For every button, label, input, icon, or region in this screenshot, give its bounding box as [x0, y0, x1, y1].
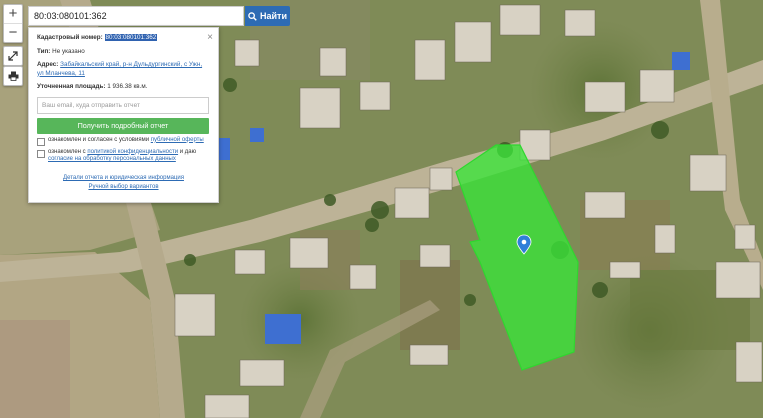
privacy-policy-link[interactable]: политикой конфиденциальности [87, 149, 178, 155]
consent-privacy-suffix: и даю [179, 148, 197, 155]
cadastral-row: Кадастровый номер: 80:03:080101:362 [37, 34, 210, 43]
print-button[interactable] [3, 66, 23, 86]
zoom-out-button[interactable]: − [4, 23, 22, 42]
parcel-info-card: × Кадастровый номер: 80:03:080101:362 Ти… [28, 27, 219, 203]
printer-icon [8, 71, 18, 81]
report-details-link[interactable]: Детали отчета и юридическая информация [63, 175, 184, 181]
consent-offer-checkbox[interactable] [37, 137, 45, 146]
type-value: Не указано [52, 47, 85, 55]
type-row: Тип: Не указано [37, 48, 210, 57]
consent-privacy-label: ознакомлен с [48, 148, 86, 155]
area-row: Уточненная площадь: 1 936.38 кв.м. [37, 83, 210, 92]
type-label: Тип: [37, 47, 51, 55]
consent-offer: ознакомлен и согласен с условиями публич… [37, 137, 210, 146]
get-report-button[interactable]: Получить подробный отчет [37, 117, 209, 134]
consent-offer-label: ознакомлен и согласен с условиями [48, 136, 150, 143]
consent-privacy: ознакомлен с политикой конфиденциальност… [37, 149, 210, 165]
area-value: 1 936.38 кв.м. [107, 83, 148, 90]
address-link[interactable]: Забайкальский край, р-н Дульдургинский, … [37, 61, 202, 77]
manual-selection-link[interactable]: Ручной выбор вариантов [88, 184, 158, 190]
expand-icon [8, 51, 18, 61]
address-label: Адрес: [37, 61, 59, 68]
area-label: Уточненная площадь: [37, 83, 106, 90]
search-button[interactable]: Найти [245, 6, 290, 26]
search-input[interactable] [28, 6, 244, 26]
fullscreen-button[interactable] [3, 46, 23, 66]
zoom-control: + − [3, 4, 23, 43]
consent-privacy-text: ознакомлен с политикой конфиденциальност… [48, 149, 210, 165]
cadastral-label: Кадастровый номер: [37, 34, 103, 41]
personal-data-link[interactable]: согласие на обработку персональных данны… [48, 156, 176, 162]
cadastral-value[interactable]: 80:03:080101:362 [104, 34, 158, 41]
consent-privacy-checkbox[interactable] [37, 149, 45, 158]
search-button-label: Найти [260, 11, 287, 21]
close-icon[interactable]: × [207, 31, 213, 45]
public-offer-link[interactable]: публичной оферты [151, 137, 204, 143]
zoom-in-button[interactable]: + [4, 5, 22, 23]
search-icon [248, 11, 257, 21]
email-input[interactable] [37, 96, 209, 114]
address-row: Адрес: Забайкальский край, р-н Дульдурги… [37, 61, 210, 78]
consent-offer-text: ознакомлен и согласен с условиями публич… [48, 137, 204, 145]
card-footer-links: Детали отчета и юридическая информация Р… [37, 174, 210, 192]
